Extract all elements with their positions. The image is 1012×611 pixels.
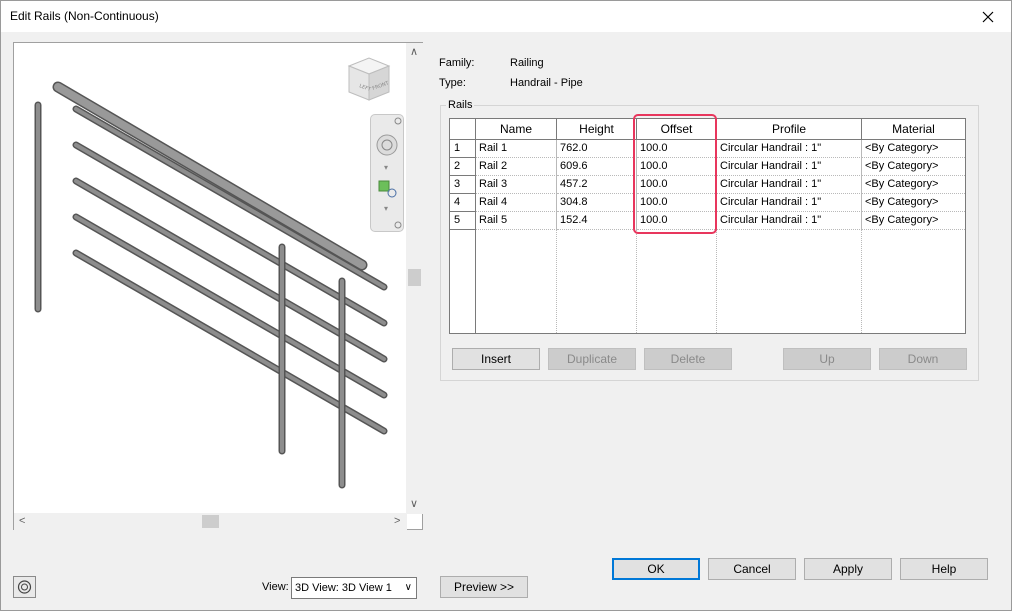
close-icon[interactable]: ▾ ▾ bbox=[371, 115, 405, 233]
cell-height[interactable]: 457.2 bbox=[557, 176, 637, 194]
window-title: Edit Rails (Non-Continuous) bbox=[10, 9, 159, 23]
scroll-thumb[interactable] bbox=[202, 515, 219, 528]
scroll-left-icon[interactable]: < bbox=[19, 516, 25, 527]
ok-button[interactable]: OK bbox=[612, 558, 700, 580]
delete-button[interactable]: Delete bbox=[644, 348, 732, 370]
scroll-right-icon[interactable]: > bbox=[394, 516, 400, 527]
title-bar: Edit Rails (Non-Continuous) bbox=[1, 1, 1011, 32]
view-dropdown-value: 3D View: 3D View 1 bbox=[295, 582, 392, 594]
cell-profile[interactable]: Circular Handrail : 1" bbox=[717, 194, 862, 212]
cell-height[interactable]: 762.0 bbox=[557, 140, 637, 158]
preview-vertical-scrollbar[interactable]: ∧ ∨ bbox=[406, 43, 423, 514]
preview-horizontal-scrollbar[interactable]: < > bbox=[14, 513, 407, 530]
railing-preview-3d bbox=[34, 81, 388, 489]
steering-wheel-button[interactable] bbox=[13, 576, 36, 598]
row-number[interactable]: 3 bbox=[450, 176, 476, 194]
viewcube-icon[interactable]: LEFT FRONT bbox=[343, 54, 395, 104]
cell-material[interactable]: <By Category> bbox=[862, 158, 965, 176]
row-number[interactable]: 5 bbox=[450, 212, 476, 230]
column-header-name[interactable]: Name bbox=[476, 119, 557, 140]
cell-material[interactable]: <By Category> bbox=[862, 176, 965, 194]
offset-column-highlight bbox=[633, 114, 717, 234]
cell-name[interactable]: Rail 1 bbox=[476, 140, 557, 158]
cell-material[interactable]: <By Category> bbox=[862, 212, 965, 230]
svg-text:▾: ▾ bbox=[384, 163, 388, 172]
rails-group-label: Rails bbox=[446, 99, 475, 111]
scroll-up-icon[interactable]: ∧ bbox=[410, 47, 418, 58]
up-button[interactable]: Up bbox=[783, 348, 871, 370]
cell-profile[interactable]: Circular Handrail : 1" bbox=[717, 158, 862, 176]
cell-material[interactable]: <By Category> bbox=[862, 194, 965, 212]
cell-name[interactable]: Rail 4 bbox=[476, 194, 557, 212]
navigation-bar: ▾ ▾ bbox=[370, 114, 404, 232]
rails bbox=[72, 105, 388, 435]
svg-text:▾: ▾ bbox=[384, 204, 388, 213]
view-dropdown[interactable]: 3D View: 3D View 1 ∨ bbox=[291, 577, 417, 599]
duplicate-button[interactable]: Duplicate bbox=[548, 348, 636, 370]
close-icon bbox=[982, 11, 994, 22]
insert-button[interactable]: Insert bbox=[452, 348, 540, 370]
chevron-down-icon: ∨ bbox=[404, 582, 412, 593]
preview-panel[interactable]: ∧ ∨ < > bbox=[13, 42, 423, 530]
type-value: Handrail - Pipe bbox=[510, 77, 583, 89]
row-number[interactable]: 1 bbox=[450, 140, 476, 158]
row-header-column bbox=[450, 230, 476, 333]
edit-rails-dialog: Edit Rails (Non-Continuous) ∧ ∨ < > LEFT… bbox=[0, 0, 1012, 611]
row-number[interactable]: 2 bbox=[450, 158, 476, 176]
preview-button[interactable]: Preview >> bbox=[440, 576, 528, 598]
scroll-down-icon[interactable]: ∨ bbox=[410, 499, 418, 510]
type-label: Type: bbox=[439, 77, 466, 89]
column-header-material[interactable]: Material bbox=[862, 119, 965, 140]
cell-height[interactable]: 609.6 bbox=[557, 158, 637, 176]
view-label: View: bbox=[262, 581, 289, 593]
column-header-height[interactable]: Height bbox=[557, 119, 637, 140]
cell-name[interactable]: Rail 5 bbox=[476, 212, 557, 230]
steering-wheel-icon bbox=[17, 580, 32, 594]
row-number[interactable]: 4 bbox=[450, 194, 476, 212]
cell-material[interactable]: <By Category> bbox=[862, 140, 965, 158]
cell-profile[interactable]: Circular Handrail : 1" bbox=[717, 212, 862, 230]
column-header-profile[interactable]: Profile bbox=[717, 119, 862, 140]
down-button[interactable]: Down bbox=[879, 348, 967, 370]
cell-name[interactable]: Rail 2 bbox=[476, 158, 557, 176]
cell-height[interactable]: 152.4 bbox=[557, 212, 637, 230]
help-button[interactable]: Help bbox=[900, 558, 988, 580]
cell-profile[interactable]: Circular Handrail : 1" bbox=[717, 140, 862, 158]
close-button[interactable] bbox=[965, 1, 1011, 32]
cell-height[interactable]: 304.8 bbox=[557, 194, 637, 212]
family-label: Family: bbox=[439, 57, 475, 69]
corner-header bbox=[450, 119, 476, 140]
scroll-thumb[interactable] bbox=[408, 269, 421, 286]
cell-name[interactable]: Rail 3 bbox=[476, 176, 557, 194]
family-value: Railing bbox=[510, 57, 544, 69]
apply-button[interactable]: Apply bbox=[804, 558, 892, 580]
cell-profile[interactable]: Circular Handrail : 1" bbox=[717, 176, 862, 194]
cancel-button[interactable]: Cancel bbox=[708, 558, 796, 580]
